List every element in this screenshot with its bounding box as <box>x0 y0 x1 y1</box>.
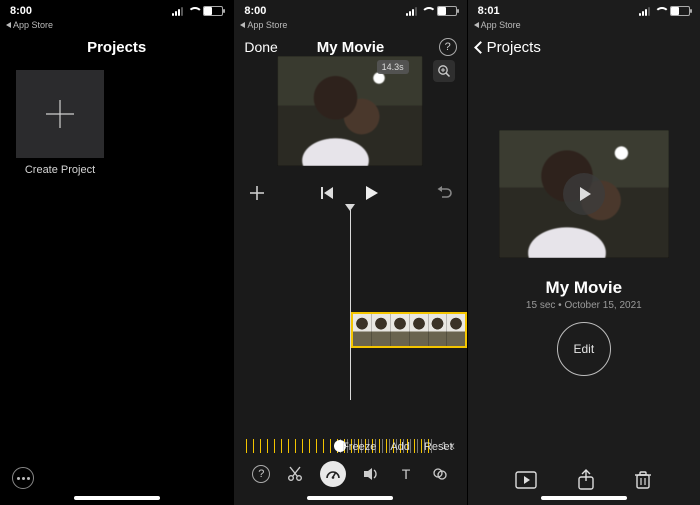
delete-button[interactable] <box>634 470 652 490</box>
breadcrumb[interactable]: App Store <box>240 20 287 30</box>
play-icon <box>361 183 381 203</box>
done-button[interactable]: Done <box>244 32 277 62</box>
editor-help-button[interactable]: ? <box>252 465 270 483</box>
filters-tool[interactable] <box>431 465 449 483</box>
zoom-button[interactable] <box>433 60 455 82</box>
breadcrumb-label: App Store <box>247 20 287 30</box>
breadcrumb[interactable]: App Store <box>474 20 521 30</box>
plus-icon <box>248 184 266 202</box>
home-indicator[interactable] <box>74 496 160 500</box>
volume-tool[interactable] <box>362 465 380 483</box>
cell-signal-icon <box>639 7 650 16</box>
play-icon <box>574 184 594 204</box>
play-overlay[interactable] <box>563 173 605 215</box>
timeline-clip[interactable] <box>351 312 466 348</box>
wifi-icon <box>421 7 433 16</box>
status-bar: 8:00 <box>0 0 233 20</box>
screen-projects: 8:00 App Store Projects Create Project <box>0 0 233 505</box>
trash-icon <box>634 470 652 490</box>
speed-tool[interactable] <box>320 461 346 487</box>
add-media-button[interactable] <box>248 184 266 202</box>
breadcrumb-label: App Store <box>13 20 53 30</box>
home-indicator[interactable] <box>307 496 393 500</box>
magnify-plus-icon <box>437 64 451 78</box>
status-indicators <box>639 6 690 16</box>
cut-tool[interactable] <box>286 465 304 483</box>
status-time: 8:00 <box>244 5 266 17</box>
nav-bar: Projects <box>468 32 700 62</box>
add-freeze-button[interactable]: Add <box>390 441 410 453</box>
freeze-button[interactable]: Freeze <box>342 441 376 453</box>
home-indicator[interactable] <box>541 496 627 500</box>
playhead[interactable] <box>350 210 351 400</box>
bottom-actions <box>468 469 700 491</box>
back-caret-icon <box>240 22 245 28</box>
create-project-label: Create Project <box>16 164 104 176</box>
scissors-icon <box>286 465 304 483</box>
play-rect-icon <box>515 471 537 489</box>
back-button[interactable]: Projects <box>476 39 541 56</box>
back-label: Projects <box>487 39 541 56</box>
status-indicators <box>172 6 223 16</box>
undo-button[interactable] <box>435 184 453 202</box>
play-project-button[interactable] <box>515 471 537 489</box>
breadcrumb[interactable]: App Store <box>6 20 53 30</box>
chevron-left-icon <box>474 41 487 54</box>
nav-title: My Movie <box>317 39 385 56</box>
screen-editor: 8:00 App Store Done My Movie ? 14.3s <box>233 0 466 505</box>
cell-signal-icon <box>172 7 183 16</box>
project-meta: 15 sec • October 15, 2021 <box>468 300 700 311</box>
cell-signal-icon <box>406 7 417 16</box>
go-to-start-button[interactable] <box>319 185 335 201</box>
nav-title: Projects <box>87 39 146 56</box>
wifi-icon <box>187 7 199 16</box>
status-time: 8:00 <box>10 5 32 17</box>
project-title: My Movie <box>468 278 700 298</box>
filters-icon <box>431 465 449 483</box>
screen-project-detail: 8:01 App Store Projects My Movie 15 sec … <box>467 0 700 505</box>
battery-icon <box>437 6 457 16</box>
status-bar: 8:00 <box>234 0 466 20</box>
share-icon <box>577 469 595 491</box>
breadcrumb-label: App Store <box>481 20 521 30</box>
editor-toolbar: ? T <box>234 457 466 491</box>
back-caret-icon <box>474 22 479 28</box>
question-icon: ? <box>439 38 457 56</box>
play-button[interactable] <box>361 183 381 203</box>
status-bar: 8:01 <box>468 0 700 20</box>
text-icon: T <box>397 465 415 483</box>
wifi-icon <box>654 7 666 16</box>
reset-speed-button[interactable]: Reset <box>424 441 453 453</box>
more-button[interactable] <box>12 467 34 489</box>
plus-icon <box>43 97 77 131</box>
svg-text:T: T <box>401 466 410 482</box>
undo-icon <box>435 184 453 202</box>
volume-icon <box>362 465 380 483</box>
speed-subtoolbar: Freeze Add Reset <box>342 441 453 453</box>
nav-bar: Projects <box>0 32 233 62</box>
clip-duration-pill: 14.3s <box>377 60 409 74</box>
create-project-tile[interactable] <box>16 70 104 158</box>
project-thumbnail[interactable] <box>499 130 669 258</box>
battery-icon <box>203 6 223 16</box>
back-caret-icon <box>6 22 11 28</box>
battery-icon <box>670 6 690 16</box>
help-button[interactable]: ? <box>439 32 457 62</box>
status-time: 8:01 <box>478 5 500 17</box>
titles-tool[interactable]: T <box>397 465 415 483</box>
speedometer-icon <box>324 465 342 483</box>
edit-button[interactable]: Edit <box>557 322 611 376</box>
share-button[interactable] <box>577 469 595 491</box>
status-indicators <box>406 6 457 16</box>
skip-start-icon <box>319 185 335 201</box>
